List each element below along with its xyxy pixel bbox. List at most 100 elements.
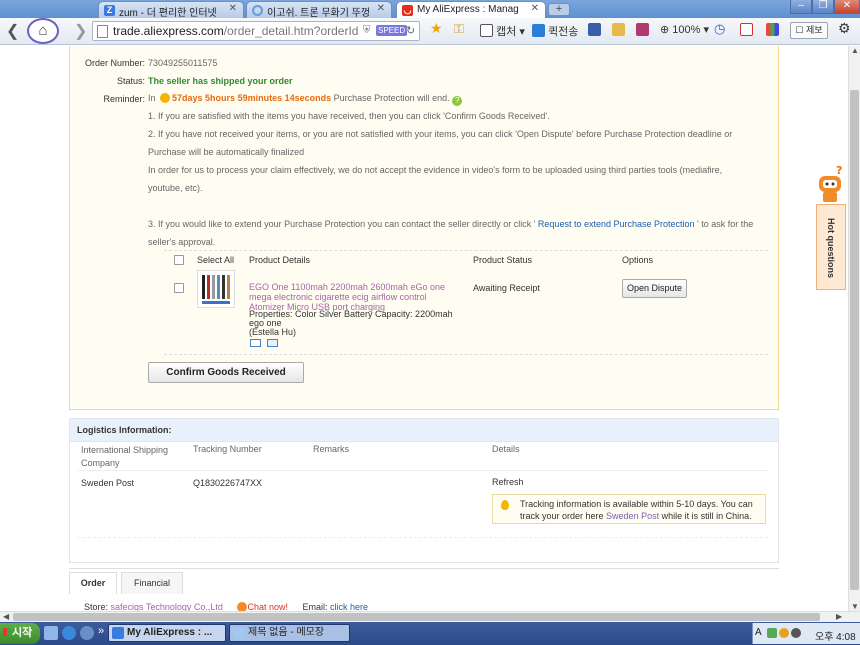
capture-button[interactable]: 캡처 ▾ bbox=[480, 23, 525, 39]
tab-label: zum - 더 편리한 인터넷 bbox=[119, 8, 217, 18]
speed-badge: SPEED bbox=[376, 25, 408, 36]
calendar-icon[interactable] bbox=[740, 23, 753, 37]
options-header: Options bbox=[622, 255, 654, 265]
quick-send-button[interactable]: 퀵전송 bbox=[532, 23, 578, 39]
horizontal-scrollbar[interactable]: ◀ ▶ bbox=[0, 611, 860, 622]
horizontal-scroll-thumb[interactable] bbox=[13, 613, 820, 621]
close-icon[interactable]: ✕ bbox=[229, 3, 237, 14]
tray-app-icon[interactable] bbox=[779, 628, 789, 638]
address-bar[interactable]: trade.aliexpress.com/order_detail.htm?or… bbox=[92, 21, 420, 41]
scroll-right-icon[interactable]: ▶ bbox=[836, 612, 842, 621]
select-all-label: Select All bbox=[197, 255, 235, 265]
pin-icon bbox=[501, 500, 509, 510]
reload-icon[interactable]: ↻ bbox=[406, 24, 415, 37]
quick-send-icon bbox=[532, 24, 545, 37]
svg-text:?: ? bbox=[836, 164, 842, 177]
restore-button[interactable]: ❐ bbox=[812, 0, 834, 14]
product-image[interactable] bbox=[197, 270, 235, 308]
scroll-left-icon[interactable]: ◀ bbox=[3, 612, 9, 621]
confirm-goods-received-button[interactable]: Confirm Goods Received bbox=[148, 362, 304, 383]
history-icon[interactable]: ◷ bbox=[714, 21, 725, 37]
logistics-header: Logistics Information: bbox=[70, 419, 778, 442]
shipping-company: Sweden Post bbox=[81, 478, 135, 488]
snapshot-icon[interactable] bbox=[250, 339, 261, 347]
tab-financial[interactable]: Financial bbox=[121, 572, 183, 594]
new-tab-button[interactable]: + bbox=[548, 3, 570, 16]
open-dispute-button[interactable]: Open Dispute bbox=[622, 279, 687, 298]
aliexpress-icon: ◡ bbox=[402, 5, 413, 16]
order-number: 73049255011575 bbox=[148, 58, 218, 68]
divider bbox=[78, 537, 768, 538]
column-details: Details bbox=[492, 444, 520, 454]
ime-icon[interactable]: A bbox=[755, 627, 762, 638]
browser-tab-strip: Z zum - 더 편리한 인터넷 ✕ 이고쉬. 트론 무화기 뚜껑 ✕ ◡ M… bbox=[0, 0, 860, 18]
scroll-thumb[interactable] bbox=[850, 90, 859, 590]
ie-icon[interactable] bbox=[62, 626, 76, 640]
tab-order[interactable]: Order bbox=[69, 572, 117, 594]
capture-icon bbox=[480, 24, 493, 37]
vertical-scrollbar[interactable]: ▲ ▼ bbox=[848, 46, 860, 611]
logistics-box: Logistics Information: bbox=[69, 418, 779, 563]
chevron-right-icon[interactable]: » bbox=[98, 625, 104, 637]
network-icon[interactable] bbox=[767, 628, 777, 638]
message-icon[interactable] bbox=[267, 339, 278, 347]
divider bbox=[78, 470, 768, 471]
tab-label: 이고쉬. 트론 무화기 뚜껑 bbox=[267, 8, 371, 18]
taskbar-item-browser[interactable]: My AliExpress : ... bbox=[108, 624, 226, 642]
zoom-control[interactable]: ⊕ 100% ▾ bbox=[660, 23, 709, 36]
minimize-button[interactable]: – bbox=[790, 0, 812, 14]
key-icon[interactable]: ⚿ bbox=[454, 21, 464, 37]
volume-icon[interactable] bbox=[791, 628, 801, 638]
close-icon[interactable]: ✕ bbox=[531, 3, 539, 14]
email-link[interactable]: click here bbox=[330, 602, 368, 611]
column-remarks: Remarks bbox=[313, 444, 350, 454]
start-button[interactable]: 시작 bbox=[0, 623, 40, 644]
browser-quicklaunch-icon[interactable] bbox=[80, 626, 94, 640]
close-window-button[interactable]: ✕ bbox=[834, 0, 860, 14]
clock: 오후 4:08 bbox=[815, 632, 856, 643]
settings-icon[interactable]: ⚙ bbox=[838, 20, 851, 37]
scroll-up-icon[interactable]: ▲ bbox=[851, 46, 859, 55]
windows-logo-icon bbox=[3, 628, 11, 636]
scroll-down-icon[interactable]: ▼ bbox=[851, 602, 859, 611]
close-icon[interactable]: ✕ bbox=[377, 3, 385, 14]
order-number-label: Order Number: bbox=[84, 58, 145, 68]
reminder-label: Reminder: bbox=[103, 94, 145, 104]
forward-icon[interactable]: ❯ bbox=[74, 21, 87, 41]
product-status-header: Product Status bbox=[473, 255, 533, 265]
divider bbox=[164, 354, 768, 355]
tab-aliexpress[interactable]: ◡ My AliExpress : Manag ✕ bbox=[396, 1, 546, 18]
notepad-icon bbox=[233, 627, 245, 639]
product-checkbox[interactable] bbox=[174, 283, 184, 293]
robot-icon[interactable]: ? bbox=[816, 164, 846, 206]
save-icon[interactable] bbox=[588, 23, 601, 37]
select-all-checkbox[interactable] bbox=[174, 255, 184, 265]
refresh-link[interactable]: Refresh bbox=[492, 477, 524, 487]
memo-button[interactable]: ☐ 제보 bbox=[790, 22, 828, 39]
desktop-icon[interactable] bbox=[44, 626, 58, 640]
taskbar-item-notepad[interactable]: 제목 없음 - 메모장 bbox=[229, 624, 350, 642]
protection-info: 1. If you are satisfied with the items y… bbox=[148, 111, 754, 247]
help-icon[interactable]: ? bbox=[452, 96, 463, 106]
product-status: Awaiting Receipt bbox=[473, 283, 540, 293]
sweden-post-link[interactable]: Sweden Post bbox=[604, 511, 659, 521]
home-icon[interactable]: ⌂ bbox=[27, 18, 59, 44]
star-icon[interactable]: ★ bbox=[430, 20, 443, 37]
page-content: Order Number: 73049255011575 Status: The… bbox=[0, 46, 848, 611]
request-extend-link[interactable]: Request to extend Purchase Protection bbox=[535, 219, 697, 229]
divider bbox=[164, 250, 768, 251]
system-tray: A 오후 4:08 bbox=[752, 623, 860, 644]
tab-ecig[interactable]: 이고쉬. 트론 무화기 뚜껑 ✕ bbox=[246, 1, 392, 18]
store-name-link[interactable]: safecigs Technology Co.,Ltd bbox=[111, 602, 223, 611]
column-shipping-company: International Shipping Company bbox=[81, 445, 169, 468]
apps-icon[interactable] bbox=[766, 23, 779, 37]
chat-now-link[interactable]: Chat now! bbox=[247, 602, 288, 611]
pdf-icon[interactable] bbox=[636, 23, 649, 37]
browser-toolbar: ❮ ⌂ ❯ trade.aliexpress.com/order_detail.… bbox=[0, 18, 860, 45]
tab-zum[interactable]: Z zum - 더 편리한 인터넷 ✕ bbox=[98, 1, 244, 18]
back-icon[interactable]: ❮ bbox=[6, 21, 19, 41]
note-icon[interactable] bbox=[612, 23, 625, 37]
hot-questions-tab[interactable]: Hot questions bbox=[816, 204, 846, 290]
product-title-link[interactable]: EGO One 1100mah 2200mah 2600mah eGo one … bbox=[249, 282, 461, 312]
url-text[interactable]: trade.aliexpress.com/order_detail.htm?or… bbox=[113, 24, 358, 38]
